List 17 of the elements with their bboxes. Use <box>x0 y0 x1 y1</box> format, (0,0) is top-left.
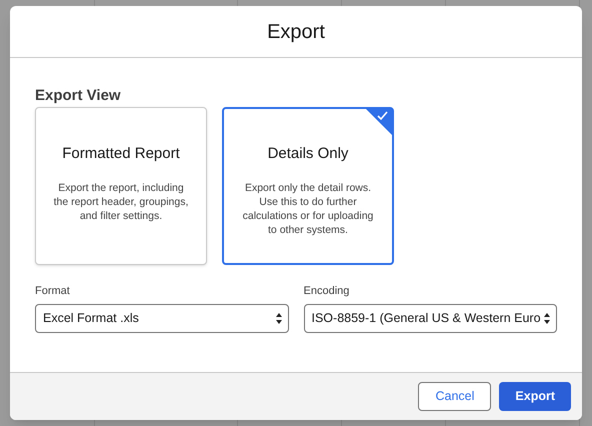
field-label: Encoding <box>304 284 350 299</box>
option-description: Export only the detail rows. Use this to do further calculations or for uploading to other systems. <box>242 180 374 236</box>
option-title: Formatted Report <box>62 144 180 164</box>
select-field[interactable]: Excel Format .xls <box>35 304 288 332</box>
section-label: Export View <box>35 87 122 105</box>
stepper-arrows-icon <box>544 312 550 324</box>
export-option-card[interactable]: Details Only Export only the detail rows. Use this to do further calculations or for uploading to other systems. <box>222 107 394 265</box>
option-title: Details Only <box>268 144 348 164</box>
option-description: Export the report, including the report header, groupings, and filter settings. <box>52 180 190 222</box>
selected-check-icon <box>366 109 392 135</box>
dialog-title: Export <box>267 20 325 44</box>
select-field[interactable]: ISO-8859-1 (General US & Western Euro <box>304 304 557 332</box>
dialog-button[interactable]: Export <box>499 382 571 411</box>
stepper-arrows-icon <box>276 312 282 324</box>
field-label: Format <box>35 284 71 299</box>
export-option-card[interactable]: Formatted Report Export the report, including the report header, groupings, and filter settings. <box>35 107 207 265</box>
dialog-button[interactable]: Cancel <box>418 382 492 411</box>
